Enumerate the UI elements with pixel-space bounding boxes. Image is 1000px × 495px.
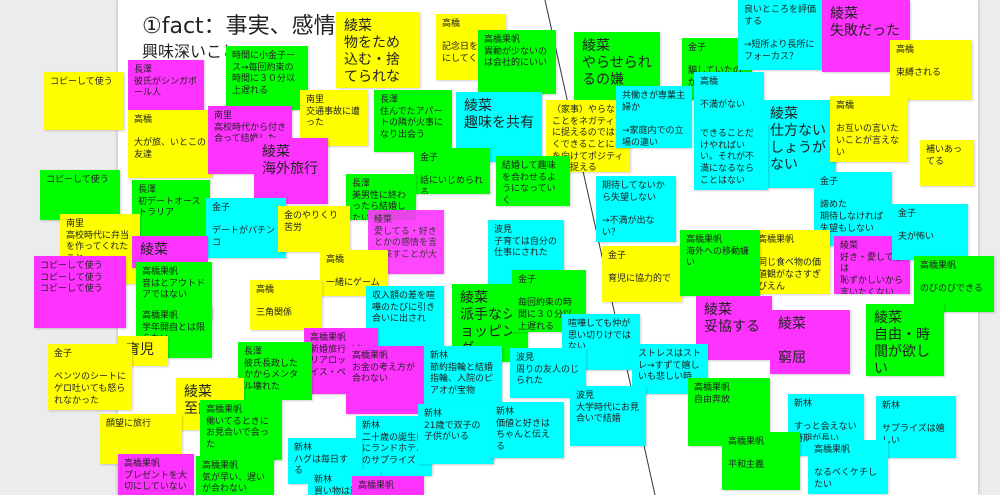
sticky-note[interactable]: 波見 大学時代にお見合いで結婚 <box>570 386 646 446</box>
sticky-note[interactable]: 高橋果帆 同じ食べ物の価値観がなさすぎびえん <box>752 230 830 294</box>
sticky-note[interactable]: 高橋果帆 平和主義 <box>722 432 800 490</box>
sticky-note[interactable]: 綾菜 窮屈 <box>770 310 850 374</box>
sticky-note[interactable]: 高橋果帆 異動が少ないのは会社的にいい <box>478 30 556 94</box>
sticky-note[interactable]: 長澤 住んでたアパートの隣が火事になり出会う <box>374 90 452 152</box>
sticky-note[interactable]: 金子 夫が怖い <box>892 204 968 260</box>
sticky-note[interactable]: 良いところを評価する →短所より長所にフォーカス？ <box>738 0 822 70</box>
sticky-note[interactable]: 金のやりくり苦労 <box>278 206 350 252</box>
sticky-note[interactable]: 新林 価値と好きはちゃんと伝える <box>490 402 564 458</box>
sticky-note[interactable]: 共働きが専業主婦か →家庭内での立場の違い <box>616 86 692 148</box>
sticky-note[interactable]: 高橋果帆 <box>352 476 424 495</box>
sticky-note[interactable]: コピーして使う <box>40 170 120 220</box>
sticky-note[interactable]: コピーして使う コピーして使う コピーして使う <box>34 256 126 328</box>
sticky-note[interactable]: 高橋果帆 お金の考え方が合わない <box>346 346 424 414</box>
sticky-note[interactable]: コピーして使う <box>44 72 124 130</box>
sticky-note[interactable]: 金子 話にいじめられる <box>414 148 490 194</box>
sticky-note[interactable]: 高橋果帆 気が早い、遅いが合わない <box>196 456 274 495</box>
board-title: ①fact：事実、感情 <box>142 14 336 39</box>
sticky-note[interactable]: 長澤 初デートオーストラリア <box>132 180 210 236</box>
sticky-note[interactable]: 高橋果帆 海外への移動嫌い <box>680 230 760 296</box>
sticky-note[interactable]: 補いあってる <box>920 140 974 186</box>
sticky-note[interactable]: 綾菜 物をため込む・捨てられない <box>336 12 420 88</box>
sticky-note[interactable]: できることだけやればいい。それが不満になるならことはない <box>694 124 768 190</box>
board-subtitle: 興味深いこと <box>142 42 239 61</box>
sticky-note[interactable]: 高橋 お互いの言いたいことが言えない <box>830 96 908 162</box>
sticky-note[interactable]: 長澤 彼氏がシンガポール人 <box>128 60 204 110</box>
sticky-note[interactable]: 綾菜 海外旅行 <box>254 138 328 204</box>
sticky-note[interactable]: 期待してないから失望しない →不満が出ない？ <box>596 176 676 242</box>
sticky-note[interactable]: 高橋 大が旅、いとこの友達 <box>128 110 212 178</box>
sticky-note[interactable]: 新林 サプライズは嬉しい <box>876 396 956 458</box>
sticky-note[interactable]: 長澤 彼氏長政したかからメンタル壊れた <box>238 342 312 400</box>
sticky-note[interactable]: 金子 デートがパチンコ <box>206 198 286 258</box>
sticky-note[interactable]: 金子 ベンツのシートにゲロ吐いても怒られなかった <box>48 344 132 410</box>
whiteboard[interactable]: ①fact：事実、感情 興味深いこと 綾菜 物をため込む・捨てられない 高橋 記… <box>0 0 1000 495</box>
sticky-note[interactable]: 高橋果帆 プレゼントを大切にしていない <box>118 454 194 495</box>
sticky-note[interactable]: 時間に小金子ース→毎回約束の時間に３０分以上遅れる <box>226 46 308 110</box>
sticky-note[interactable]: 高橋果帆 なるべくケチしたい <box>808 440 888 494</box>
sticky-note[interactable]: 結婚して趣味を合わせるようになっていく <box>496 156 570 206</box>
sticky-note[interactable]: 金子 育児に協力的で <box>602 246 682 302</box>
sticky-note[interactable]: 高橋 不満がない <box>694 72 764 128</box>
sticky-note[interactable]: 綾菜 自由・時間が欲しい <box>866 304 944 376</box>
sticky-note[interactable]: 高橋果帆 働いてるときに お見合いで会った <box>200 400 282 460</box>
sticky-note[interactable]: 新林 21歳で双子の子供がいる <box>418 404 494 464</box>
sticky-note[interactable]: 高橋 三角関係 <box>250 280 322 330</box>
sticky-note[interactable]: 高橋 束縛される <box>890 40 972 100</box>
